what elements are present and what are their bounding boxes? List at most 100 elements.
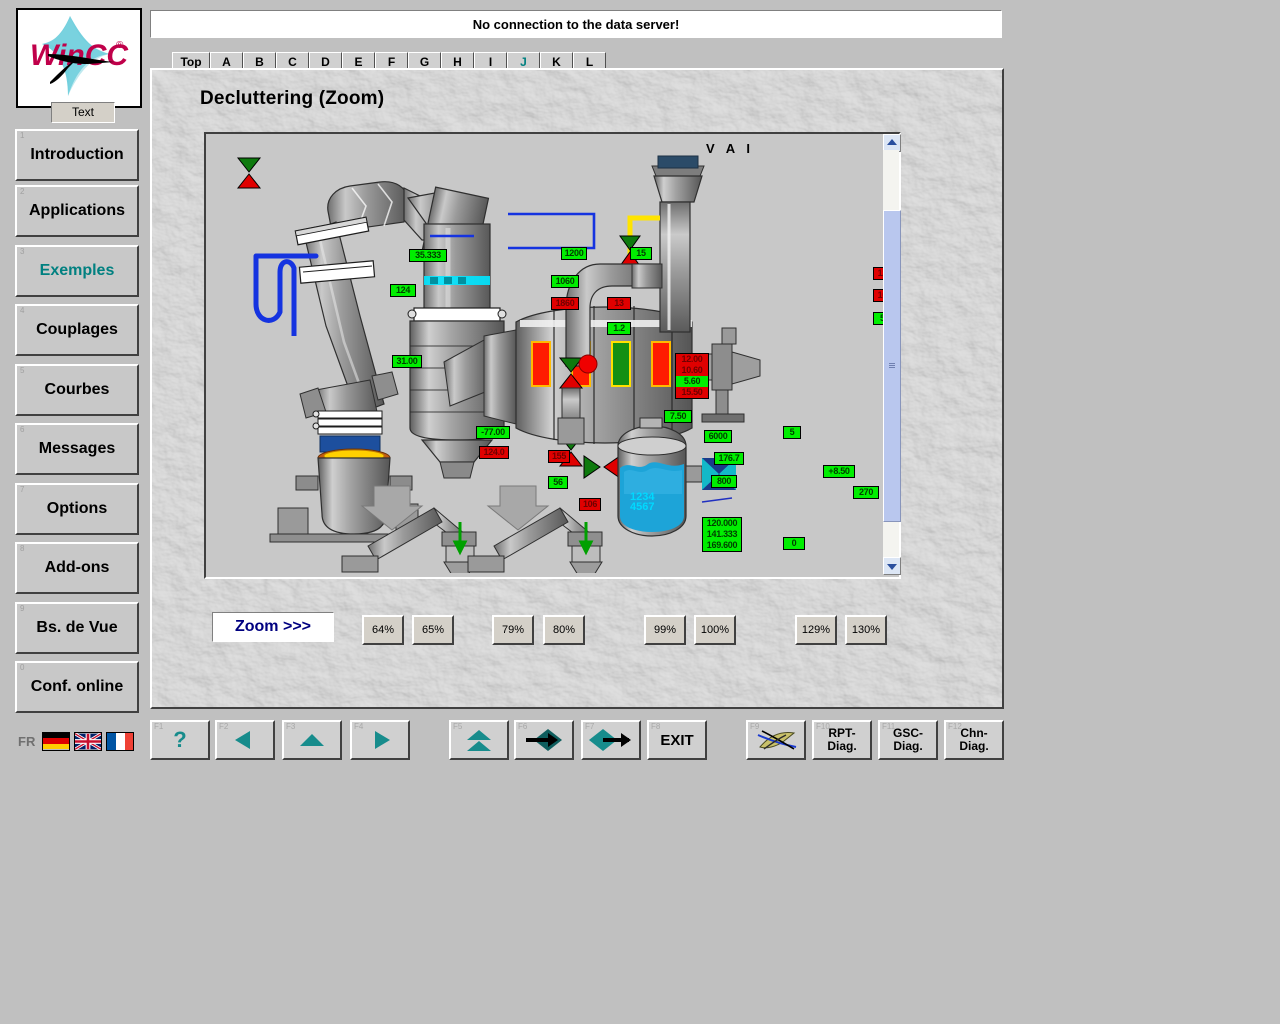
function-key-f9[interactable]: F9 <box>746 720 806 760</box>
process-value-tag[interactable]: 1860 <box>551 297 579 310</box>
process-value-row: 169.600 <box>703 540 741 551</box>
process-value-tag[interactable]: 7.50 <box>664 410 692 423</box>
sidebar-item-messages[interactable]: 6 Messages <box>15 423 139 475</box>
sidebar-item-introduction[interactable]: 1 Introduction <box>15 129 139 181</box>
sidebar-item-couplages[interactable]: 4 Couplages <box>15 304 139 356</box>
process-value-tag[interactable]: 31.00 <box>392 355 422 368</box>
process-value-tag[interactable]: 1200 <box>561 247 587 260</box>
graphic-window: V A I 1234 4567 35.333 124 31.00 1200 15… <box>204 132 901 579</box>
wincc-logo-graphic: WinCC ® <box>30 16 129 96</box>
sidebar-item-label: Introduction <box>30 146 124 163</box>
sidebar-item-label: Exemples <box>39 262 115 279</box>
process-value-stack[interactable]: 120.000 141.333 169.600 <box>702 517 742 552</box>
sidebar-item-options[interactable]: 7 Options <box>15 483 139 535</box>
sidebar-item-number: 0 <box>20 663 25 672</box>
function-key-label: RPT- Diag. <box>827 726 857 753</box>
function-key-label: GSC- Diag. <box>893 726 923 753</box>
process-value-row: 120.000 <box>703 518 741 529</box>
process-value-stack[interactable]: 12.00 10.60 5.60 15.50 <box>675 353 709 399</box>
scrollbar-thumb[interactable] <box>883 210 901 522</box>
zoom-level-99pct[interactable]: 99% <box>644 615 686 645</box>
process-value-tag[interactable]: 560 <box>873 312 883 325</box>
process-value-tag[interactable]: 56 <box>548 476 568 489</box>
uk-flag[interactable] <box>74 731 103 751</box>
zoom-level-100pct[interactable]: 100% <box>694 615 736 645</box>
arrow-right-icon <box>375 731 390 749</box>
sidebar-item-courbes[interactable]: 5 Courbes <box>15 364 139 416</box>
function-key-f6[interactable]: F6 <box>514 720 574 760</box>
language-bar: FR <box>18 729 135 753</box>
sidebar-item-number: 5 <box>20 366 25 375</box>
function-key-f3[interactable]: F3 <box>282 720 342 760</box>
zoom-level-129pct[interactable]: 129% <box>795 615 837 645</box>
german-flag[interactable] <box>42 731 71 751</box>
process-value-tag[interactable]: 1060 <box>873 289 883 302</box>
sidebar-item-label: Bs. de Vue <box>36 619 118 636</box>
process-value-tag[interactable]: 5 <box>783 426 801 439</box>
scrollbar-track[interactable] <box>883 150 901 559</box>
process-value-tag[interactable]: 13 <box>607 297 631 310</box>
process-value-row: 15.50 <box>676 387 708 398</box>
sidebar-item-label: Applications <box>28 202 125 219</box>
function-key-f7[interactable]: F7 <box>581 720 641 760</box>
process-value-row: 141.333 <box>703 529 741 540</box>
sidebar-item-exemples[interactable]: 3 Exemples <box>15 245 139 297</box>
language-label: FR <box>18 733 36 749</box>
process-value-tag[interactable]: +8.50 <box>823 465 855 478</box>
sidebar-item-label: Add-ons <box>44 559 110 576</box>
process-value-tag[interactable]: 15 <box>630 247 652 260</box>
function-key-f2[interactable]: F2 <box>215 720 275 760</box>
process-value-row: 5.60 <box>676 376 708 387</box>
graphic-canvas[interactable]: V A I 1234 4567 35.333 124 31.00 1200 15… <box>208 136 883 573</box>
process-value-tag[interactable]: 176.7 <box>714 452 744 465</box>
zoom-level-130pct[interactable]: 130% <box>845 615 887 645</box>
french-flag[interactable] <box>106 731 135 751</box>
zoom-level-65pct[interactable]: 65% <box>412 615 454 645</box>
function-key-label: Chn- Diag. <box>959 726 989 753</box>
arrow-left-icon <box>235 731 250 749</box>
svg-text:WinCC: WinCC <box>30 39 129 72</box>
zoom-level-79pct[interactable]: 79% <box>492 615 534 645</box>
process-value-tag[interactable]: 270 <box>853 486 879 499</box>
function-key-f10[interactable]: F10 RPT- Diag. <box>812 720 872 760</box>
vertical-scrollbar[interactable] <box>883 134 901 575</box>
process-value-tag[interactable]: 1200 <box>873 267 883 280</box>
plant-schematic: 1234 4567 <box>236 155 761 573</box>
function-key-f5[interactable]: F5 <box>449 720 509 760</box>
question-mark-icon: ? <box>173 727 187 752</box>
process-value-tag[interactable]: 124.0 <box>479 446 509 459</box>
process-value-tag[interactable]: 1060 <box>551 275 579 288</box>
sidebar-item-applications[interactable]: 2 Applications <box>15 185 139 237</box>
function-key-f1[interactable]: F1? <box>150 720 210 760</box>
double-arrow-up-icon <box>467 730 491 751</box>
sidebar-item-number: 1 <box>20 131 25 140</box>
process-value-tag[interactable]: -77.00 <box>476 426 510 439</box>
function-key-f8[interactable]: F8 EXIT <box>647 720 707 760</box>
function-key-f11[interactable]: F11 GSC- Diag. <box>878 720 938 760</box>
wincc-swoosh-icon <box>757 730 797 750</box>
sidebar-item-add-ons[interactable]: 8 Add-ons <box>15 542 139 594</box>
process-value-tag[interactable]: 0 <box>783 537 805 550</box>
process-value-tag[interactable]: 124 <box>390 284 416 297</box>
process-value-tag[interactable]: 35.333 <box>409 249 447 262</box>
diamond-arrow-out-icon <box>589 729 631 751</box>
logo-text-button[interactable]: Text <box>51 102 115 123</box>
zoom-level-80pct[interactable]: 80% <box>543 615 585 645</box>
process-value-tag[interactable]: 6000 <box>704 430 732 443</box>
function-key-f4[interactable]: F4 <box>350 720 410 760</box>
sidebar-item-number: 8 <box>20 544 25 553</box>
svg-text:4567: 4567 <box>630 501 654 513</box>
arrow-into-diamond-icon <box>526 729 562 751</box>
sidebar-item-conf-online[interactable]: 0 Conf. online <box>15 661 139 713</box>
process-value-tag[interactable]: 106 <box>579 498 601 511</box>
process-value-row: 10.60 <box>676 365 708 376</box>
process-value-tag[interactable]: 155 <box>548 450 570 463</box>
process-value-tag[interactable]: 800 <box>711 475 737 488</box>
sidebar-item-label: Couplages <box>36 321 118 338</box>
sidebar-item-label: Conf. online <box>30 678 124 695</box>
zoom-level-64pct[interactable]: 64% <box>362 615 404 645</box>
sidebar-item-bs-de-vue[interactable]: 9 Bs. de Vue <box>15 602 139 654</box>
function-key-f12[interactable]: F12 Chn- Diag. <box>944 720 1004 760</box>
process-value-tag[interactable]: 1.2 <box>607 322 631 335</box>
scroll-down-button[interactable] <box>883 557 901 575</box>
